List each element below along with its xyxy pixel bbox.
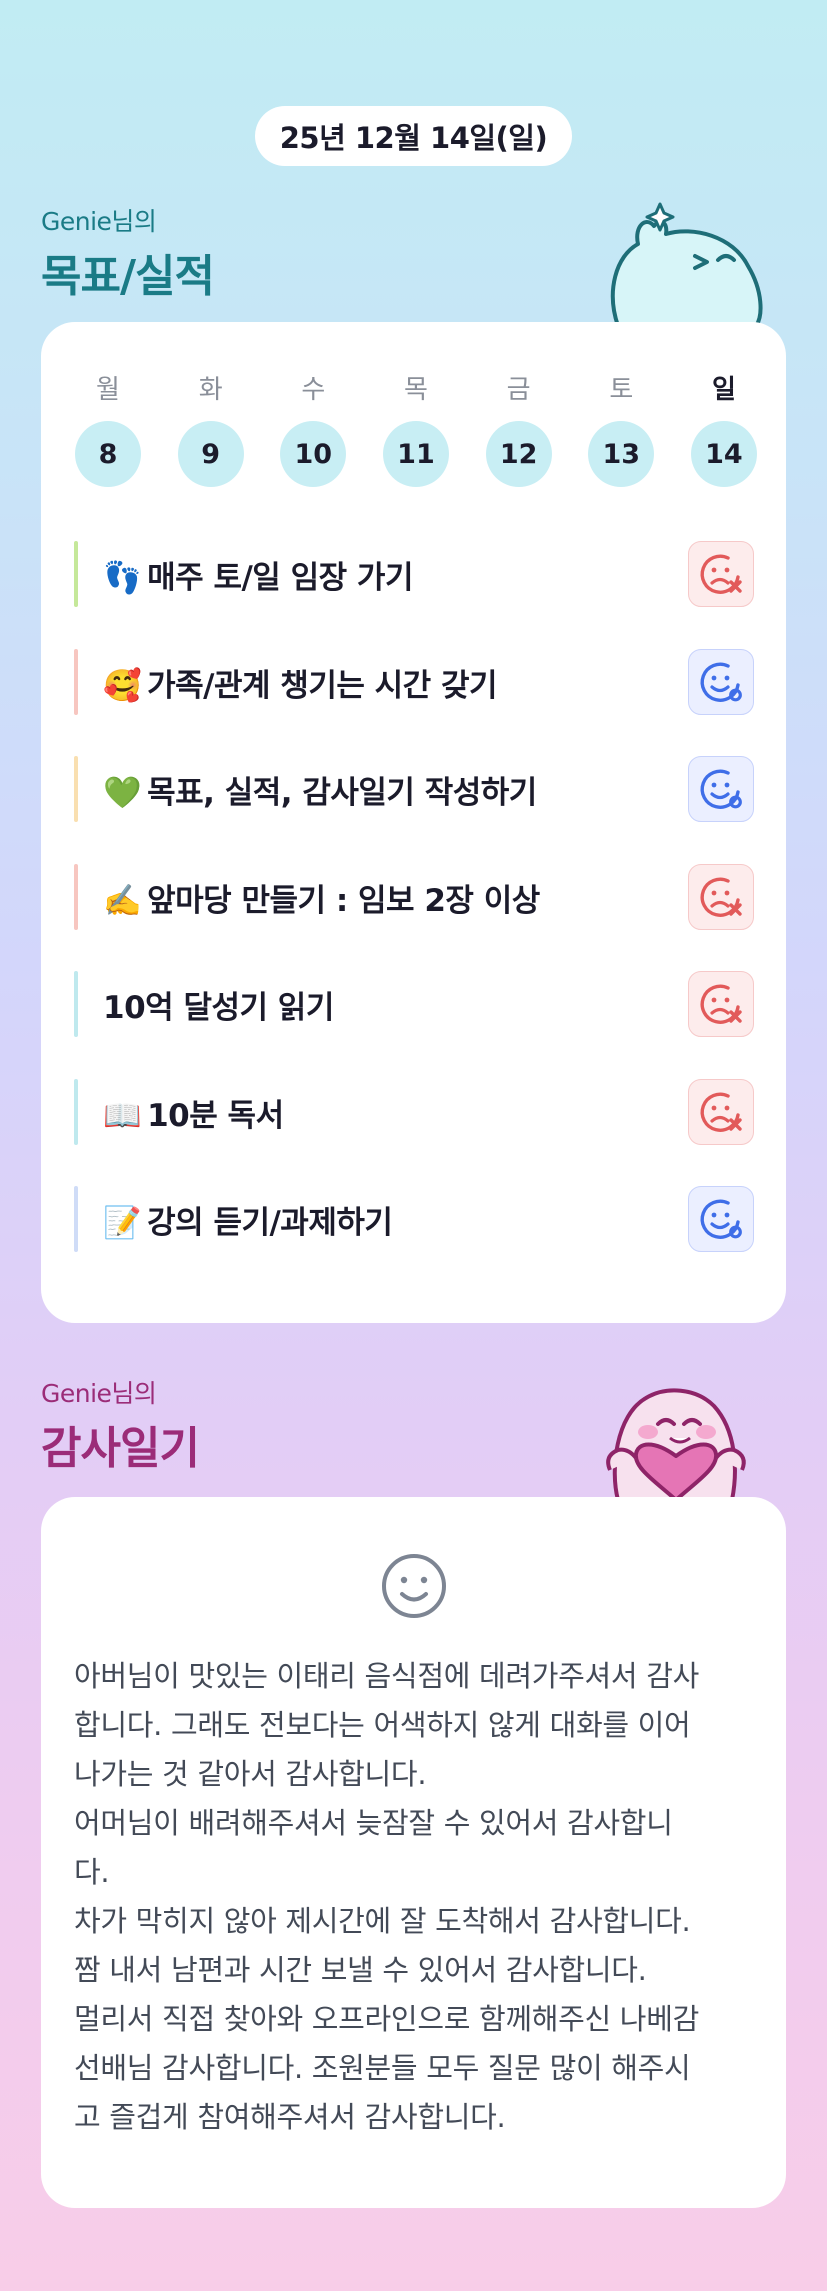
day-14[interactable]: 일 14 (690, 369, 757, 487)
goal-emoji: 📖 (103, 1097, 142, 1134)
day-number[interactable]: 14 (690, 421, 757, 487)
day-number[interactable]: 9 (177, 421, 244, 487)
goal-label: 💚 목표, 실적, 감사일기 작성하기 (103, 767, 537, 812)
goals-title: 목표/실적 (41, 251, 215, 302)
gratitude-line: 다. (74, 1855, 110, 1889)
goal-label: 📖 10분 독서 (103, 1090, 284, 1135)
goals-subtitle: Genie님의 (41, 207, 157, 236)
day-12[interactable]: 금 12 (485, 369, 552, 487)
goal-item[interactable]: 👣 매주 토/일 임장 가기 (74, 541, 754, 607)
goal-item[interactable]: 💚 목표, 실적, 감사일기 작성하기 (74, 756, 754, 822)
goal-label: ✍️ 앞마당 만들기 : 임보 2장 이상 (103, 875, 540, 920)
gratitude-subtitle: Genie님의 (41, 1379, 157, 1408)
day-number[interactable]: 10 (280, 421, 347, 487)
goal-status-fail-button[interactable] (688, 971, 754, 1037)
goal-accent-bar (74, 756, 78, 822)
goal-accent-bar (74, 1186, 78, 1252)
goal-emoji: 👣 (103, 559, 142, 596)
smile-done-icon (700, 662, 742, 702)
goal-status-done-button[interactable] (688, 1186, 754, 1252)
day-number[interactable]: 12 (485, 421, 552, 487)
goals-section-header: Genie님의 목표/실적 (41, 202, 215, 304)
goal-status-done-button[interactable] (688, 756, 754, 822)
gratitude-card: 아버님이 맛있는 이태리 음식점에 데려가주셔서 감사합니다. 그래도 전보다는… (41, 1497, 786, 2208)
day-9[interactable]: 화9 (177, 369, 244, 487)
goal-accent-bar (74, 541, 78, 607)
goal-item[interactable]: 🥰 가족/관계 챙기는 시간 갖기 (74, 649, 754, 715)
goals-card: 월 8 화 9 수 10 목 11 금 12 토 13 일 14 👣 매주 토/일 임장 가기 🥰 가족/관계 … (41, 322, 786, 1323)
sad-fail-icon (700, 1092, 742, 1132)
goal-text: 10분 독서 (147, 1097, 284, 1134)
day-name: 토 (609, 375, 634, 405)
goal-status-fail-button[interactable] (688, 541, 754, 607)
sad-fail-icon (700, 877, 742, 917)
week-strip: 월 8 화 9 수 10 목 11 금 12 토 13 일 14 (75, 369, 757, 487)
gratitude-line: 차가 막히지 않아 제시간에 잘 도착해서 감사합니다. (74, 1904, 691, 1938)
day-8[interactable]: 월8 (75, 369, 141, 487)
smile-done-icon (700, 1199, 742, 1239)
goal-item[interactable]: 📖 10분 독서 (74, 1079, 754, 1145)
gratitude-line: 선배님 감사합니다. 조원분들 모두 질문 많이 해주시 (74, 2051, 691, 2085)
goal-label: 10억 달성기 읽기 (103, 982, 334, 1027)
smile-done-icon (700, 769, 742, 809)
heart-mascot-illustration (606, 1388, 746, 1500)
day-name: 화 (198, 375, 223, 405)
goal-item[interactable]: 📝 강의 듣기/과제하기 (74, 1186, 754, 1252)
goal-emoji: 🥰 (103, 667, 142, 704)
day-number[interactable]: 8 (75, 421, 141, 487)
sad-fail-icon (700, 554, 742, 594)
goal-emoji: 💚 (103, 774, 142, 811)
gratitude-section-header: Genie님의 감사일기 (41, 1374, 200, 1476)
ghost-mascot-illustration (610, 202, 763, 326)
day-number[interactable]: 11 (382, 421, 449, 487)
day-10[interactable]: 수 10 (280, 369, 347, 487)
gratitude-line: 아버님이 맛있는 이태리 음식점에 데려가주셔서 감사 (74, 1659, 699, 1693)
goal-label: 📝 강의 듣기/과제하기 (103, 1197, 393, 1242)
smile-icon (382, 1554, 446, 1618)
gratitude-line: 고 즐겁게 참여해주셔서 감사합니다. (74, 2100, 506, 2134)
day-name: 금 (506, 375, 531, 405)
goal-status-fail-button[interactable] (688, 1079, 754, 1145)
goal-accent-bar (74, 649, 78, 715)
goal-text: 강의 듣기/과제하기 (147, 1204, 393, 1241)
goal-accent-bar (74, 864, 78, 930)
day-name: 월 (96, 375, 120, 405)
goal-text: 목표, 실적, 감사일기 작성하기 (147, 774, 537, 811)
goal-status-fail-button[interactable] (688, 864, 754, 930)
goal-label: 🥰 가족/관계 챙기는 시간 갖기 (103, 660, 498, 705)
goal-status-done-button[interactable] (688, 649, 754, 715)
goal-emoji: ✍️ (103, 882, 142, 919)
day-13[interactable]: 토 13 (588, 369, 655, 487)
day-number[interactable]: 13 (588, 421, 655, 487)
gratitude-text: 아버님이 맛있는 이태리 음식점에 데려가주셔서 감사합니다. 그래도 전보다는… (74, 1652, 754, 2142)
gratitude-line: 짬 내서 남편과 시간 보낼 수 있어서 감사합니다. (74, 1953, 647, 1987)
goal-text: 매주 토/일 임장 가기 (147, 559, 413, 596)
goal-text: 10억 달성기 읽기 (103, 989, 334, 1026)
day-11[interactable]: 목 11 (382, 369, 449, 487)
gratitude-line: 멀리서 직접 찾아와 오프라인으로 함께해주신 나베감 (74, 2002, 699, 2036)
goal-emoji: 📝 (103, 1204, 142, 1241)
day-name: 일 (711, 375, 736, 405)
goal-accent-bar (74, 971, 78, 1037)
goal-text: 가족/관계 챙기는 시간 갖기 (147, 667, 498, 704)
gratitude-line: 어머님이 배려해주셔서 늦잠잘 수 있어서 감사합니 (74, 1806, 673, 1840)
gratitude-title: 감사일기 (41, 1423, 200, 1474)
day-name: 목 (404, 375, 428, 405)
date-selector[interactable]: 25년 12월 14일(일) (255, 106, 572, 166)
gratitude-line: 합니다. 그래도 전보다는 어색하지 않게 대화를 이어 (74, 1708, 691, 1742)
goal-item[interactable]: ✍️ 앞마당 만들기 : 임보 2장 이상 (74, 864, 754, 930)
goal-text: 앞마당 만들기 : 임보 2장 이상 (147, 882, 540, 919)
day-name: 수 (301, 375, 326, 405)
sad-fail-icon (700, 984, 742, 1024)
goal-item[interactable]: 10억 달성기 읽기 (74, 971, 754, 1037)
goal-label: 👣 매주 토/일 임장 가기 (103, 552, 413, 597)
gratitude-line: 나가는 것 같아서 감사합니다. (74, 1757, 427, 1791)
goal-accent-bar (74, 1079, 78, 1145)
